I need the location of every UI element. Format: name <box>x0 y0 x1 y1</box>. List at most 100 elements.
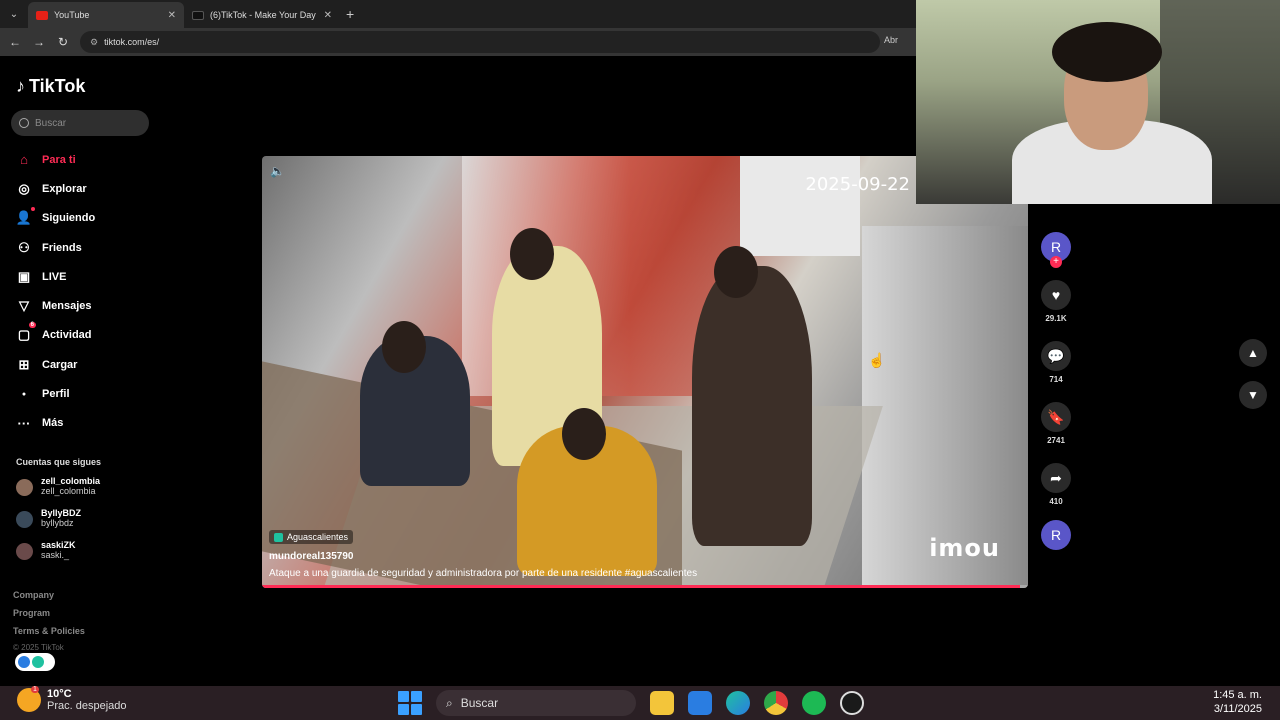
sidebar-item-label: Perfil <box>42 388 70 401</box>
account-name: zell_colombia <box>41 476 101 486</box>
spotify-icon[interactable] <box>802 691 826 715</box>
url-field[interactable]: ⚙ tiktok.com/es/ <box>80 31 880 53</box>
previous-video-button[interactable]: ▲ <box>1239 339 1267 367</box>
activity-badge: 6 <box>28 322 36 329</box>
live-icon: ▣ <box>17 268 31 284</box>
location-icon <box>274 532 283 542</box>
sidebar-item-label: Para ti <box>42 153 76 166</box>
follow-plus-icon[interactable]: + <box>1050 256 1062 268</box>
sidebar-item-siguiendo[interactable]: 👤 Siguiendo <box>16 204 95 233</box>
following-list: zell_colombia zell_colombia ByllyBDZ byl… <box>16 476 100 572</box>
video-person-head <box>562 408 606 460</box>
video-author[interactable]: mundoreal135790 <box>269 551 354 562</box>
account-name: saskiZK <box>41 540 76 550</box>
video-progress-fill <box>262 585 1021 588</box>
taskbar-search-label: Buscar <box>460 696 499 710</box>
logo-text: TikTok <box>29 76 86 96</box>
profile-icon: ● <box>21 390 27 398</box>
sidebar-item-cargar[interactable]: ⊞ Cargar <box>16 350 95 379</box>
like-action[interactable]: ♥ 29.1K <box>1041 280 1071 323</box>
open-app-chip[interactable]: Abr <box>884 35 898 45</box>
taskbar-search[interactable]: ⌕ Buscar <box>436 690 636 716</box>
music-disc[interactable]: R <box>1041 520 1071 550</box>
next-video-button[interactable]: ▼ <box>1239 381 1267 409</box>
close-icon[interactable]: ✕ <box>324 10 332 21</box>
search-icon: ⌕ <box>446 695 453 710</box>
share-icon[interactable]: ➦ <box>1041 463 1071 493</box>
forward-icon[interactable]: → <box>32 35 46 49</box>
location-tag[interactable]: Aguascalientes <box>269 530 354 544</box>
url-text: tiktok.com/es/ <box>104 37 160 47</box>
notification-dot <box>31 207 35 212</box>
avatar <box>16 543 33 560</box>
avatar <box>16 511 33 528</box>
footer-link-program[interactable]: Program <box>13 608 85 626</box>
search-input[interactable] <box>35 117 135 129</box>
weather-desc: Prac. despejado <box>47 700 127 712</box>
like-count: 29.1K <box>1045 314 1067 323</box>
disc-letter: R <box>1050 527 1062 543</box>
sidebar-item-label: Mensajes <box>42 300 92 313</box>
copyright: © 2025 TikTok <box>13 643 64 652</box>
webcam-person-hair <box>1052 22 1162 82</box>
list-item[interactable]: zell_colombia zell_colombia <box>16 476 100 508</box>
app-download-chip[interactable] <box>15 653 55 671</box>
site-info-icon[interactable]: ⚙ <box>90 37 98 48</box>
list-item[interactable]: ByllyBDZ byllybdz <box>16 508 100 540</box>
video-player[interactable]: 🔈 2025-09-22 imou Aguascalientes mundore… <box>262 156 1028 588</box>
sidebar-item-mas[interactable]: ··· Más <box>16 409 95 438</box>
account-name: ByllyBDZ <box>41 508 82 518</box>
video-person-head <box>510 228 554 280</box>
sidebar-item-perfil[interactable]: ● Perfil <box>16 379 95 408</box>
tab-search-icon[interactable]: ⌄ <box>0 9 28 20</box>
messages-icon: ▽ <box>19 298 29 314</box>
sidebar-item-explorar[interactable]: ◎ Explorar <box>16 174 95 203</box>
sidebar-nav: ⌂ Para ti ◎ Explorar 👤 Siguiendo ⚇ Frien… <box>16 145 95 438</box>
sidebar-item-live[interactable]: ▣ LIVE <box>16 262 95 291</box>
comment-icon[interactable]: 💬 <box>1041 341 1071 371</box>
sidebar-item-actividad[interactable]: ▢ 6 Actividad <box>16 321 95 350</box>
volume-icon[interactable]: 🔈 <box>270 164 285 178</box>
reload-icon[interactable]: ↻ <box>56 35 70 49</box>
video-person-head <box>714 246 758 298</box>
file-explorer-icon[interactable] <box>650 691 674 715</box>
chrome-icon[interactable] <box>764 691 788 715</box>
taskbar-apps: ⌕ Buscar <box>398 690 864 716</box>
home-icon: ⌂ <box>20 152 28 168</box>
bookmark-icon[interactable]: 🔖 <box>1041 402 1071 432</box>
windows-start-icon[interactable] <box>398 691 422 715</box>
video-actions: R + ♥ 29.1K 💬 714 🔖 2741 ➦ 410 R <box>1040 232 1072 550</box>
creator-avatar[interactable]: R + <box>1041 232 1071 268</box>
tab-tiktok[interactable]: (6)TikTok - Make Your Day ✕ <box>184 2 340 28</box>
tiktok-note-icon: ♪ <box>16 76 25 96</box>
search-box[interactable] <box>11 110 149 136</box>
footer-link-terms[interactable]: Terms & Policies <box>13 626 85 644</box>
list-item[interactable]: saskiZK saski._ <box>16 540 100 572</box>
mouse-cursor-icon: ☝ <box>868 352 886 368</box>
save-action[interactable]: 🔖 2741 <box>1041 402 1071 445</box>
tiktok-logo[interactable]: ♪ TikTok <box>16 76 85 97</box>
share-action[interactable]: ➦ 410 <box>1041 463 1071 506</box>
video-progress-bar[interactable] <box>262 585 1028 588</box>
tab-youtube[interactable]: YouTube ✕ <box>28 2 184 28</box>
store-icon[interactable] <box>688 691 712 715</box>
obs-icon[interactable] <box>840 691 864 715</box>
close-icon[interactable]: ✕ <box>168 10 176 21</box>
camera-watermark: imou <box>929 534 1000 562</box>
new-tab-button[interactable]: + <box>346 6 354 22</box>
footer-link-company[interactable]: Company <box>13 590 85 608</box>
edge-icon[interactable] <box>726 691 750 715</box>
sidebar-item-para-ti[interactable]: ⌂ Para ti <box>16 145 95 174</box>
video-scene-poster <box>740 156 860 256</box>
webcam-overlay <box>916 0 1280 204</box>
sidebar-item-mensajes[interactable]: ▽ Mensajes <box>16 291 95 320</box>
heart-icon[interactable]: ♥ <box>1041 280 1071 310</box>
system-clock[interactable]: 1:45 a. m. 3/11/2025 <box>1213 688 1262 716</box>
back-icon[interactable]: ← <box>8 35 22 49</box>
play-icon <box>18 656 30 668</box>
weather-widget[interactable]: 1 10°C Prac. despejado <box>17 686 127 712</box>
windows-taskbar: 1 10°C Prac. despejado ⌕ Buscar 1:45 a. … <box>0 686 1280 720</box>
sidebar-item-friends[interactable]: ⚇ Friends <box>16 233 95 262</box>
comment-action[interactable]: 💬 714 <box>1041 341 1071 384</box>
weather-badge: 1 <box>31 686 39 693</box>
